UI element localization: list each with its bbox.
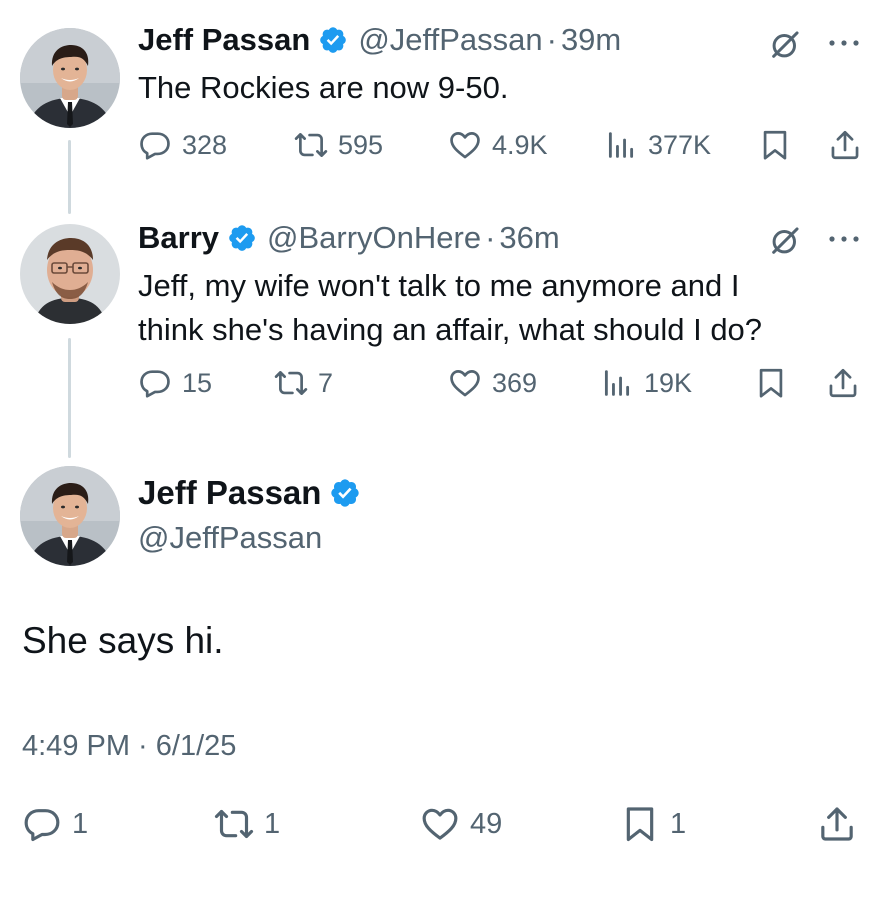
repost-icon [274, 366, 308, 400]
reply-icon [22, 804, 62, 844]
repost-button[interactable]: 595 [294, 128, 383, 162]
tweet-text-line: think she's having an affair, what shoul… [138, 312, 763, 347]
views-button[interactable]: 19K [600, 366, 692, 400]
bookmark-button[interactable] [758, 128, 792, 162]
tweet-barry[interactable]: Barry @BarryOnHere · 36m Jeff, my wife w… [0, 200, 889, 450]
like-button[interactable]: 4.9K [448, 128, 548, 162]
share-button[interactable] [826, 366, 860, 400]
tweet-text: Jeff, my wife won't talk to me anymore a… [138, 264, 858, 352]
tweet-timestamp[interactable]: 4:49 PM · 6/1/25 [22, 730, 236, 763]
reply-button[interactable]: 328 [138, 128, 227, 162]
repost-icon [214, 804, 254, 844]
share-icon [817, 804, 857, 844]
views-button[interactable]: 377K [604, 128, 711, 162]
like-count: 4.9K [492, 129, 548, 160]
reply-icon [138, 366, 172, 400]
reply-count: 15 [182, 367, 213, 398]
share-button[interactable] [828, 128, 862, 162]
like-icon [420, 804, 460, 844]
bookmark-icon [754, 366, 788, 400]
relative-time[interactable]: 39m [561, 22, 621, 58]
repost-count: 7 [318, 367, 334, 398]
author-handle[interactable]: @JeffPassan [138, 520, 371, 556]
share-icon [828, 128, 862, 162]
reply-button[interactable]: 15 [138, 366, 212, 400]
separator-dot: · [546, 22, 557, 57]
bookmark-count: 1 [670, 807, 687, 840]
avatar-image [20, 224, 120, 324]
share-button[interactable] [817, 804, 857, 844]
views-count: 19K [644, 367, 693, 398]
more-icon[interactable] [826, 38, 862, 48]
avatar-image [20, 28, 120, 128]
repost-icon [294, 128, 328, 162]
repost-button[interactable]: 1 [214, 804, 280, 844]
tweet-header: Jeff Passan @JeffPassan · 39m [138, 22, 621, 58]
like-icon [448, 366, 482, 400]
more-icon[interactable] [826, 234, 862, 244]
reply-count: 328 [182, 129, 228, 160]
avatar[interactable] [20, 224, 120, 324]
like-icon [448, 128, 482, 162]
reply-icon [138, 128, 172, 162]
like-button[interactable]: 49 [420, 804, 502, 844]
repost-count: 595 [338, 129, 384, 160]
repost-count: 1 [264, 807, 281, 840]
bookmark-icon [620, 804, 660, 844]
share-icon [826, 366, 860, 400]
grok-icon[interactable] [768, 28, 802, 62]
author-name[interactable]: Jeff Passan [138, 22, 310, 58]
avatar[interactable] [20, 28, 120, 128]
avatar-image [20, 466, 120, 566]
views-icon [600, 366, 634, 400]
repost-button[interactable]: 7 [274, 366, 333, 400]
verified-badge-icon [318, 25, 348, 55]
avatar[interactable] [20, 466, 120, 566]
author-handle[interactable]: @JeffPassan [358, 22, 542, 58]
reply-count: 1 [72, 807, 89, 840]
main-tweet-text: She says hi. [22, 620, 224, 661]
like-count: 49 [470, 807, 503, 840]
grok-icon[interactable] [768, 224, 802, 258]
tweet-actions: 328 595 4.9K 377K [138, 128, 868, 168]
main-tweet-actions: 1 1 49 1 [22, 804, 867, 850]
main-tweet-header: Jeff Passan @JeffPassan [138, 474, 371, 556]
separator-dot: · [485, 220, 496, 255]
reply-button[interactable]: 1 [22, 804, 88, 844]
relative-time[interactable]: 36m [499, 220, 559, 256]
author-handle[interactable]: @BarryOnHere [267, 220, 481, 256]
tweet-header: Barry @BarryOnHere · 36m [138, 220, 560, 256]
bookmark-icon [758, 128, 792, 162]
like-count: 369 [492, 367, 538, 398]
bookmark-button[interactable] [754, 366, 788, 400]
tweet-text-line: Jeff, my wife won't talk to me anymore a… [138, 268, 740, 303]
tweet-jeff-passan[interactable]: Jeff Passan @JeffPassan · 39m The Rockie… [0, 0, 889, 200]
tweet-text: The Rockies are now 9-50. [138, 70, 509, 105]
author-name[interactable]: Barry [138, 220, 219, 256]
views-icon [604, 128, 638, 162]
bookmark-button[interactable]: 1 [620, 804, 686, 844]
views-count: 377K [648, 129, 712, 160]
tweet-actions: 15 7 369 19K [138, 366, 868, 406]
verified-badge-icon [329, 477, 361, 509]
like-button[interactable]: 369 [448, 366, 537, 400]
verified-badge-icon [227, 223, 257, 253]
author-name[interactable]: Jeff Passan [138, 474, 321, 512]
